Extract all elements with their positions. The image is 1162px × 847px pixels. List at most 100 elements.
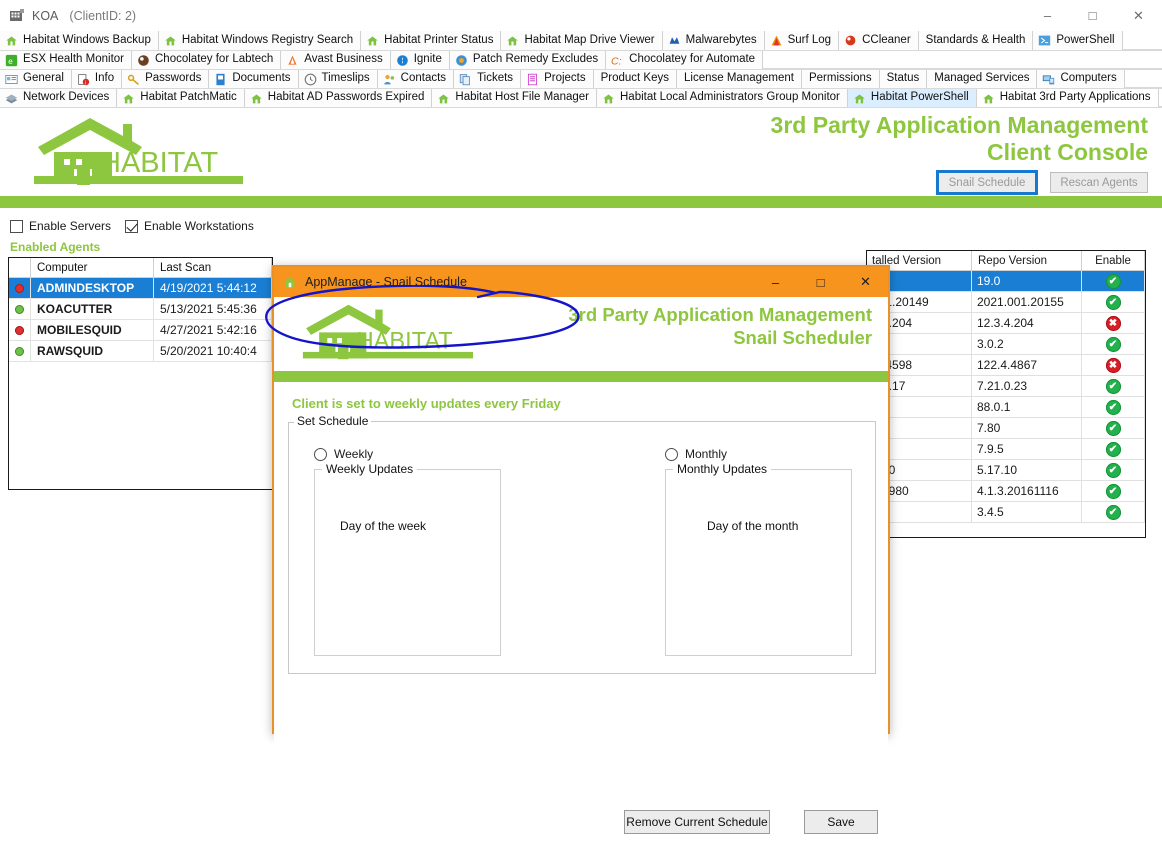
agents-table-row[interactable]: MOBILESQUID4/27/2021 5:42:16 [9, 320, 272, 341]
window-close-button[interactable]: ✕ [1115, 0, 1162, 31]
tab-managed-services[interactable]: Managed Services [927, 70, 1037, 88]
habitat-house-icon [366, 34, 382, 47]
tab-habitat-ad-passwords-expired[interactable]: Habitat AD Passwords Expired [245, 89, 433, 107]
applications-table-row[interactable]: 3.4.20412.3.4.204✖ [867, 313, 1145, 334]
tab-powershell[interactable]: PowerShell [1033, 31, 1122, 50]
app-enable-cell[interactable]: ✔ [1082, 376, 1145, 396]
tab-habitat-printer-status[interactable]: Habitat Printer Status [361, 31, 501, 50]
agents-col-status[interactable] [9, 258, 31, 277]
tab-network-devices[interactable]: Network Devices [0, 89, 117, 107]
tab-habitat-powershell[interactable]: Habitat PowerShell [848, 89, 977, 107]
console-header-buttons: Snail Schedule Rescan Agents [771, 172, 1148, 193]
app-enable-cell[interactable]: ✔ [1082, 460, 1145, 480]
apps-col-enable[interactable]: Enable [1082, 251, 1145, 270]
tab-general[interactable]: General [0, 70, 72, 88]
tab-habitat-local-administrators-group-monitor[interactable]: Habitat Local Administrators Group Monit… [597, 89, 848, 107]
window-maximize-button[interactable]: □ [1070, 0, 1115, 31]
check-circle-icon: ✔ [1106, 379, 1121, 394]
applications-table-row[interactable]: 001.201492021.001.20155✔ [867, 292, 1145, 313]
tab-surf-log[interactable]: Surf Log [765, 31, 839, 50]
apps-col-repo-version[interactable]: Repo Version [972, 251, 1082, 270]
app-enable-cell[interactable]: ✖ [1082, 355, 1145, 375]
tab-habitat-patchmatic[interactable]: Habitat PatchMatic [117, 89, 245, 107]
tab-info[interactable]: iInfo [72, 70, 122, 88]
tab-malwarebytes[interactable]: Malwarebytes [663, 31, 765, 50]
app-enable-cell[interactable]: ✔ [1082, 481, 1145, 501]
enable-workstations-checkbox[interactable]: Enable Workstations [125, 219, 254, 233]
app-enable-cell[interactable]: ✔ [1082, 502, 1145, 522]
tab-chocolatey-for-labtech[interactable]: Chocolatey for Labtech [132, 51, 281, 69]
tab-habitat-map-drive-viewer[interactable]: Habitat Map Drive Viewer [501, 31, 662, 50]
applications-table[interactable]: talled Version Repo Version Enable 0019.… [866, 250, 1146, 538]
enable-servers-checkbox[interactable]: Enable Servers [10, 219, 111, 233]
day-of-week-label: Day of the week [340, 519, 426, 533]
rescan-agents-button[interactable]: Rescan Agents [1050, 172, 1148, 193]
agents-col-last-scan[interactable]: Last Scan [154, 258, 272, 277]
save-button[interactable]: Save [804, 810, 878, 834]
tab-license-management[interactable]: License Management [677, 70, 802, 88]
agents-table[interactable]: Computer Last Scan ADMINDESKTOP4/19/2021… [8, 257, 273, 490]
app-enable-cell[interactable]: ✔ [1082, 292, 1145, 312]
weekly-radio-label: Weekly [334, 447, 373, 461]
network-devices-icon [5, 92, 21, 105]
tab-documents[interactable]: Documents [209, 70, 298, 88]
app-enable-cell[interactable]: ✖ [1082, 313, 1145, 333]
tickets-icon [459, 73, 475, 86]
snail-schedule-button[interactable]: Snail Schedule [938, 172, 1036, 193]
tab-standards-health[interactable]: Standards & Health [919, 31, 1034, 50]
applications-table-row[interactable]: 03.0.2✔ [867, 334, 1145, 355]
tab-ignite[interactable]: Ignite [391, 51, 450, 69]
tab-chocolatey-for-automate[interactable]: C:Chocolatey for Automate [606, 51, 763, 69]
app-enable-cell[interactable]: ✔ [1082, 418, 1145, 438]
tab-label: Habitat PatchMatic [138, 92, 237, 104]
tab-avast-business[interactable]: Avast Business [281, 51, 390, 69]
dialog-minimize-button[interactable]: – [753, 267, 798, 297]
dialog-maximize-button[interactable]: □ [798, 267, 843, 297]
applications-table-row[interactable]: 67.9.5✔ [867, 439, 1145, 460]
weekly-radio[interactable]: Weekly [314, 447, 373, 461]
tab-habitat-3rd-party-applications[interactable]: Habitat 3rd Party Applications [977, 89, 1159, 107]
applications-table-row[interactable]: 43.4.5✔ [867, 502, 1145, 523]
agents-table-row[interactable]: RAWSQUID5/20/2021 10:40:4 [9, 341, 272, 362]
tab-timeslips[interactable]: Timeslips [299, 70, 378, 88]
agents-col-computer[interactable]: Computer [31, 258, 154, 277]
tab-habitat-host-file-manager[interactable]: Habitat Host File Manager [432, 89, 597, 107]
tab-computers[interactable]: Computers [1037, 70, 1124, 88]
app-enable-cell[interactable]: ✔ [1082, 271, 1145, 291]
window-minimize-button[interactable]: – [1025, 0, 1070, 31]
tab-passwords[interactable]: Passwords [122, 70, 209, 88]
applications-table-row[interactable]: 0.29804.1.3.20161116✔ [867, 481, 1145, 502]
tab-habitat-windows-registry-search[interactable]: Habitat Windows Registry Search [159, 31, 361, 50]
tab-label: Managed Services [932, 73, 1029, 85]
app-enable-cell[interactable]: ✔ [1082, 439, 1145, 459]
applications-table-scrollbar[interactable] [1148, 250, 1161, 538]
tab-patch-remedy-excludes[interactable]: Patch Remedy Excludes [450, 51, 606, 69]
app-enable-cell[interactable]: ✔ [1082, 334, 1145, 354]
tab-status[interactable]: Status [880, 70, 928, 88]
dialog-close-button[interactable]: ✕ [843, 267, 888, 297]
tab-esx-health-monitor[interactable]: eESX Health Monitor [0, 51, 132, 69]
tab-row-filler [763, 51, 1162, 69]
window-title: KOA [32, 9, 58, 23]
applications-table-row[interactable]: 7.105.17.10✔ [867, 460, 1145, 481]
app-enable-cell[interactable]: ✔ [1082, 397, 1145, 417]
tab-permissions[interactable]: Permissions [802, 70, 880, 88]
tab-row-1: Habitat Windows BackupHabitat Windows Re… [0, 31, 1162, 51]
tab-ccleaner[interactable]: CCleaner [839, 31, 919, 50]
applications-table-row[interactable]: 07.80✔ [867, 418, 1145, 439]
tab-projects[interactable]: Projects [521, 70, 594, 88]
applications-table-row[interactable]: 0019.0✔ [867, 271, 1145, 292]
remove-current-schedule-button[interactable]: Remove Current Schedule [624, 810, 770, 834]
agents-table-row[interactable]: ADMINDESKTOP4/19/2021 5:44:12 [9, 278, 272, 299]
tab-contacts[interactable]: Contacts [378, 70, 454, 88]
applications-table-row[interactable]: 088.0.1✔ [867, 397, 1145, 418]
console-title-line1: 3rd Party Application Management [771, 112, 1148, 139]
applications-table-row[interactable]: .4.4598122.4.4867✖ [867, 355, 1145, 376]
habitat-house-icon [853, 92, 869, 105]
tab-product-keys[interactable]: Product Keys [594, 70, 677, 88]
agents-table-row[interactable]: KOACUTTER5/13/2021 5:45:36 [9, 299, 272, 320]
applications-table-row[interactable]: 0.0.177.21.0.23✔ [867, 376, 1145, 397]
tab-habitat-windows-backup[interactable]: Habitat Windows Backup [0, 31, 159, 50]
tab-tickets[interactable]: Tickets [454, 70, 521, 88]
monthly-radio[interactable]: Monthly [665, 447, 727, 461]
